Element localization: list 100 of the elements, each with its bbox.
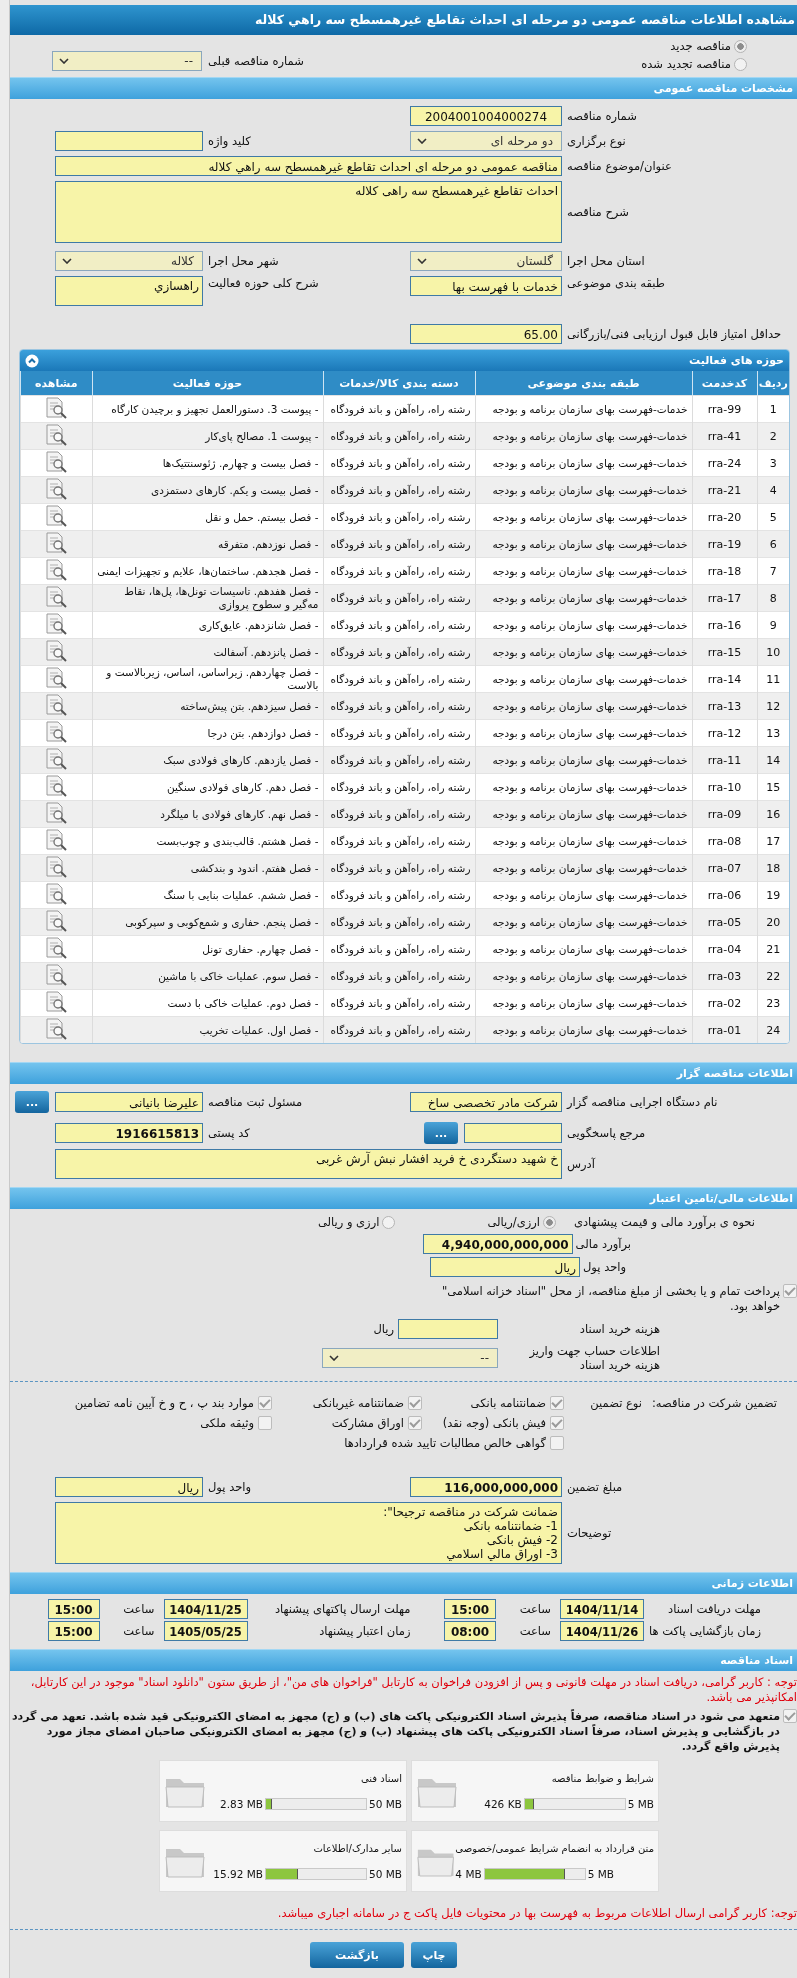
- radio-button[interactable]: [382, 1215, 396, 1229]
- table-cell: 16: [757, 800, 789, 828]
- field-label: مرجع پاسخگویی: [566, 1126, 647, 1140]
- view-icon[interactable]: [44, 504, 69, 527]
- view-icon[interactable]: [44, 531, 69, 554]
- tender-number-field[interactable]: 2004001004000274: [410, 106, 562, 126]
- agency-field[interactable]: شرکت مادر تخصصی ساخ: [410, 1092, 562, 1112]
- view-icon[interactable]: [44, 801, 69, 824]
- more-button[interactable]: ...: [15, 1091, 49, 1113]
- radio-button[interactable]: [734, 39, 747, 53]
- table-cell: خدمات-فهرست بهای سازمان برنامه و بودجه: [475, 584, 692, 612]
- date-field[interactable]: 1404/11/25: [163, 1599, 248, 1619]
- file-size: 15.92 MB: [213, 1867, 264, 1880]
- table-cell: - فصل نهم. کارهای فولادی با میلگرد: [92, 800, 323, 828]
- view-icon[interactable]: [44, 882, 69, 905]
- view-icon[interactable]: [44, 450, 69, 473]
- table-cell: rra-07: [692, 854, 757, 882]
- checkbox[interactable]: [550, 1416, 564, 1430]
- date-field[interactable]: 1404/11/26: [560, 1621, 644, 1641]
- postal-code-field[interactable]: 1916615813: [55, 1123, 203, 1143]
- date-field[interactable]: 1405/05/25: [163, 1621, 248, 1641]
- purchase-cost-field[interactable]: [398, 1319, 498, 1339]
- view-icon[interactable]: [44, 612, 69, 635]
- view-icon[interactable]: [44, 747, 69, 770]
- file-name: شرایط و ضوابط مناقصه: [550, 1772, 654, 1784]
- previous-tender-select[interactable]: --: [52, 51, 202, 71]
- table-cell: 24: [757, 1016, 789, 1043]
- table-cell: رشته راه، راه‌آهن و باند فرودگاه: [323, 530, 475, 558]
- view-icon[interactable]: [44, 963, 69, 986]
- section-header: اطلاعات مناقصه گزار: [10, 1062, 797, 1084]
- view-icon[interactable]: [44, 585, 69, 608]
- view-icon[interactable]: [44, 396, 69, 419]
- checkbox[interactable]: [408, 1396, 422, 1410]
- notes-field[interactable]: ضمانت شرکت در مناقصه ترجیحا": 1- ضمانتنامه بانکی 2- فیش بانکی 3- اوراق مالي اسلامي: [55, 1502, 562, 1564]
- field-label: زمان اعتبار پیشنهاد: [318, 1624, 411, 1638]
- time-field[interactable]: 15:00: [444, 1599, 496, 1619]
- checkbox[interactable]: [258, 1396, 272, 1410]
- view-icon[interactable]: [44, 855, 69, 878]
- keyword-field[interactable]: [55, 131, 203, 151]
- registrar-field[interactable]: علیرضا بانیانی: [55, 1092, 203, 1112]
- file-max-size: 50 MB: [369, 1867, 402, 1880]
- account-select[interactable]: --: [322, 1348, 498, 1368]
- guarantee-amount-field[interactable]: 116,000,000,000: [410, 1477, 562, 1497]
- checkbox[interactable]: [550, 1396, 564, 1410]
- view-icon[interactable]: [44, 936, 69, 959]
- subject-field[interactable]: مناقصه عمومی دو مرحله ای احداث تقاطع غیرهمسطح سه راهي كلاله: [55, 156, 562, 176]
- view-icon[interactable]: [44, 666, 69, 689]
- radio-button[interactable]: [542, 1215, 556, 1229]
- table-cell: خدمات-فهرست بهای سازمان برنامه و بودجه: [475, 638, 692, 666]
- checkbox[interactable]: [783, 1709, 797, 1723]
- currency-field[interactable]: ریال: [55, 1477, 203, 1497]
- view-icon[interactable]: [44, 558, 69, 581]
- view-icon[interactable]: [44, 909, 69, 932]
- holding-type-select[interactable]: دو مرحله ای: [410, 131, 562, 151]
- province-select[interactable]: گلستان: [410, 251, 562, 271]
- action-button[interactable]: چاپ: [411, 1942, 457, 1968]
- view-icon[interactable]: [44, 1017, 69, 1040]
- view-icon[interactable]: [44, 720, 69, 743]
- view-icon[interactable]: [44, 693, 69, 716]
- table-cell: - فصل اول. عملیات تخریب: [92, 1016, 323, 1043]
- description-field[interactable]: احداث تقاطع غیرهمسطح سه راهی کلاله: [55, 181, 562, 243]
- address-field[interactable]: خ شهید دستگردی خ فرید افشار نبش آرش غربی: [55, 1149, 562, 1179]
- file-max-size: 5 MB: [627, 1797, 654, 1810]
- section-header: اطلاعات زمانی: [10, 1572, 797, 1594]
- column-header: دسته بندی کالا/خدمات: [323, 371, 475, 396]
- field-label: واحد پول: [207, 1480, 253, 1494]
- more-button[interactable]: ...: [424, 1122, 458, 1144]
- table-cell: خدمات-فهرست بهای سازمان برنامه و بودجه: [475, 746, 692, 774]
- field-label: توضیحات: [566, 1526, 613, 1540]
- time-field[interactable]: 15:00: [47, 1599, 100, 1619]
- currency-field[interactable]: ریال: [430, 1257, 580, 1277]
- view-icon[interactable]: [44, 990, 69, 1013]
- time-field[interactable]: 08:00: [444, 1621, 496, 1641]
- radio-button[interactable]: [734, 57, 747, 71]
- checkbox[interactable]: [258, 1416, 272, 1430]
- field-label: نوع برگزاری: [566, 134, 627, 148]
- checkbox-label: ضمانتنامه غیربانکی: [312, 1396, 404, 1410]
- column-header: حوزه فعالیت: [92, 371, 323, 396]
- estimate-field[interactable]: 4,940,000,000,000: [422, 1234, 573, 1254]
- action-button[interactable]: بازگشت: [310, 1942, 404, 1968]
- category-field[interactable]: خدمات با فهرست بها: [410, 276, 562, 296]
- checkbox[interactable]: [408, 1416, 422, 1430]
- collapse-icon[interactable]: [25, 353, 39, 368]
- checkbox[interactable]: [550, 1436, 564, 1450]
- checkbox-label: فیش بانکی (وجه نقد): [442, 1416, 546, 1430]
- view-icon[interactable]: [44, 639, 69, 662]
- file-size: 2.83 MB: [220, 1797, 264, 1810]
- activity-scope-field[interactable]: راهسازي: [55, 276, 203, 306]
- time-field[interactable]: 15:00: [47, 1621, 100, 1641]
- view-icon[interactable]: [44, 477, 69, 500]
- view-icon[interactable]: [44, 423, 69, 446]
- city-select[interactable]: کلاله: [55, 251, 203, 271]
- view-icon[interactable]: [44, 828, 69, 851]
- view-icon[interactable]: [44, 774, 69, 797]
- reference-field[interactable]: [464, 1123, 562, 1143]
- date-field[interactable]: 1404/11/14: [560, 1599, 644, 1619]
- caret-icon: [417, 258, 427, 264]
- min-score-field[interactable]: 65.00: [410, 324, 562, 344]
- checkbox[interactable]: [783, 1284, 797, 1298]
- file-size: 4 MB: [455, 1867, 482, 1880]
